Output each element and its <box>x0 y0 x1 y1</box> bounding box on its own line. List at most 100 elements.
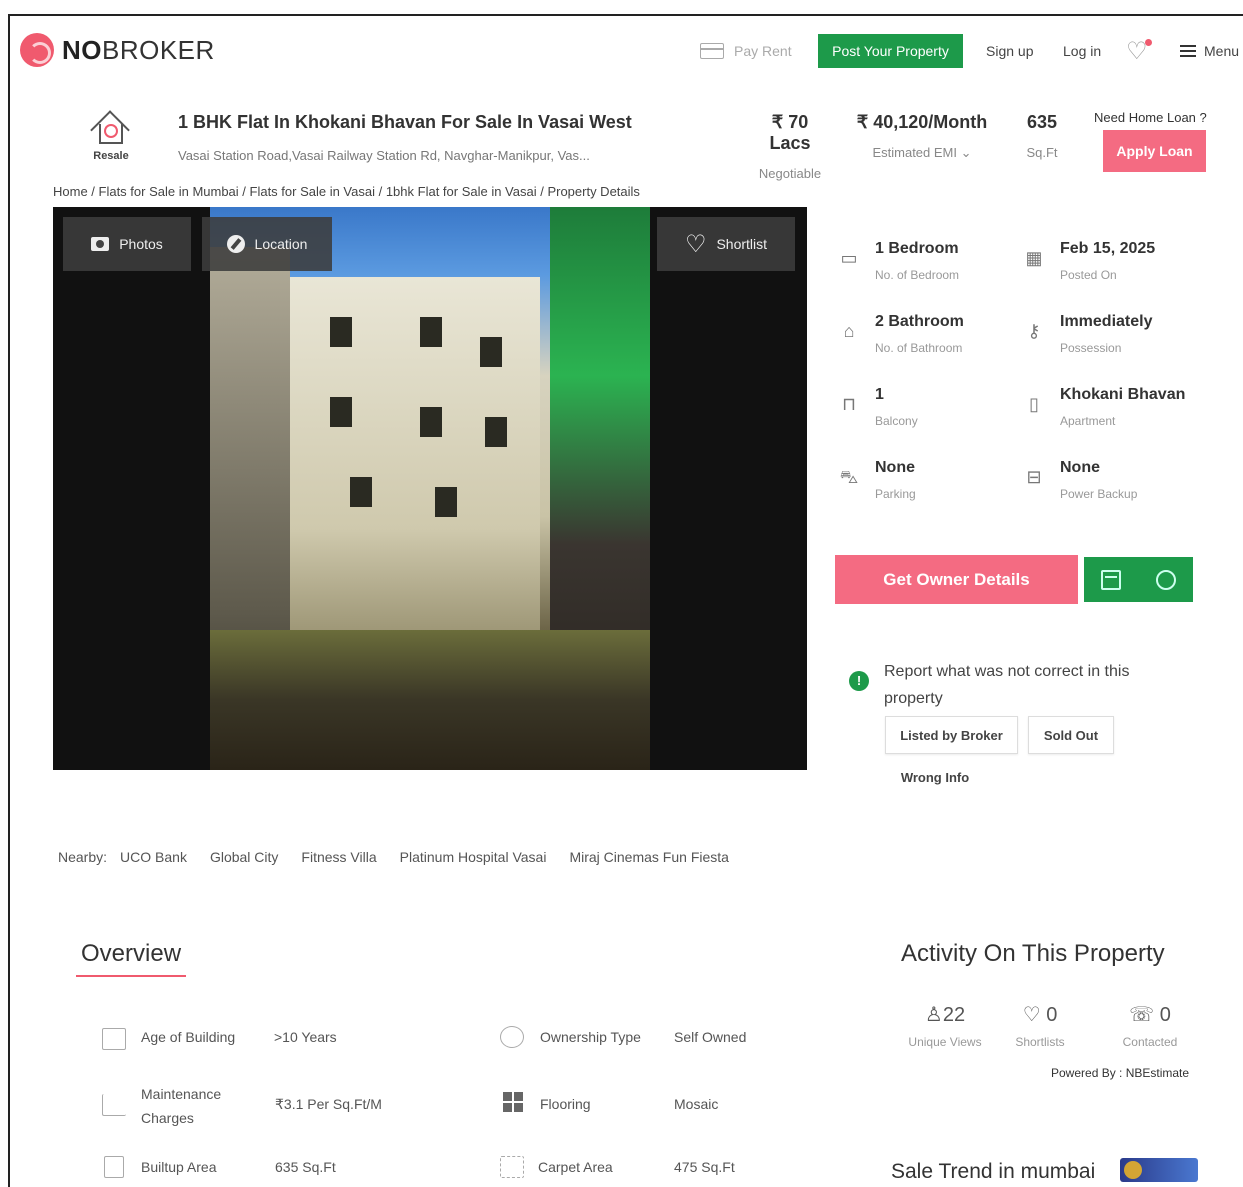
nearby-places: Nearby: UCO Bank Global City Fitness Vil… <box>58 849 729 865</box>
frame-top-border <box>8 14 1243 16</box>
overview-label: Builtup Area <box>141 1159 217 1175</box>
overview-value: Self Owned <box>674 1029 747 1045</box>
overview-value: Mosaic <box>674 1096 719 1112</box>
unique-views-value: 22 <box>942 1004 966 1026</box>
emi-value: ₹ 40,120/Month <box>856 112 988 132</box>
photos-button[interactable]: Photos <box>63 217 191 271</box>
menu-label: Menu <box>1204 43 1240 59</box>
schedule-visit-calendar-icon[interactable] <box>1101 569 1122 590</box>
apply-loan-button[interactable]: Apply Loan <box>1103 130 1206 172</box>
emi-block[interactable]: ₹ 40,120/Month Estimated EMI ⌄ <box>852 112 992 161</box>
overview-value: ₹3.1 Per Sq.Ft/M <box>275 1096 382 1112</box>
report-sold-out-button[interactable]: Sold Out <box>1028 716 1114 754</box>
shortlists-label: Shortlists <box>1015 1035 1065 1049</box>
notification-dot <box>1144 38 1152 46</box>
building-icon: ▯ <box>1029 394 1039 414</box>
shortlist-nav-button[interactable]: ♡ <box>1126 34 1152 68</box>
post-property-button[interactable]: Post Your Property <box>818 34 963 68</box>
overview-label: Age of Building <box>141 1029 236 1045</box>
location-button[interactable]: Location <box>202 217 332 271</box>
area-value: 635 <box>1026 112 1058 132</box>
area-block: 635 Sq.Ft <box>1020 112 1064 160</box>
resale-label: Resale <box>93 150 129 162</box>
camera-icon <box>91 237 110 251</box>
report-text: Report what was not correct in this prop… <box>884 663 1130 707</box>
get-owner-details-button[interactable]: Get Owner Details <box>835 555 1078 604</box>
overview-value: 475 Sq.Ft <box>674 1159 735 1175</box>
logo-mark-icon <box>20 33 54 67</box>
calendar-icon: ▦ <box>1025 248 1043 268</box>
balcony-icon: ⊓ <box>841 394 857 414</box>
carpet-area-icon <box>500 1156 524 1178</box>
price-value: ₹ 70 Lacs <box>769 112 811 153</box>
shortlist-label: Shortlist <box>716 236 768 252</box>
hamburger-icon <box>1180 45 1196 57</box>
frame-left-border <box>8 14 10 1187</box>
nearby-place[interactable]: Fitness Villa <box>301 849 376 865</box>
overview-underline <box>76 975 186 977</box>
resale-badge: Resale <box>86 106 136 162</box>
breadcrumb[interactable]: Home / Flats for Sale in Mumbai / Flats … <box>53 184 640 199</box>
heart-icon: ♡ <box>1022 1004 1041 1026</box>
contacted-stat: ☏ 0 Contacted <box>1110 1002 1190 1049</box>
property-title: 1 BHK Flat In Khokani Bhavan For Sale In… <box>178 112 632 132</box>
nearby-place[interactable]: Global City <box>210 849 278 865</box>
schedule-chat-buttons <box>1084 557 1193 602</box>
nearby-place[interactable]: Platinum Hospital Vasai <box>400 849 547 865</box>
sign-up-link[interactable]: Sign up <box>986 34 1033 68</box>
overview-value: >10 Years <box>274 1029 337 1045</box>
nearby-place[interactable]: Miraj Cinemas Fun Fiesta <box>569 849 729 865</box>
bathtub-icon: ⌂ <box>843 321 855 341</box>
heart-icon: ♡ <box>1126 37 1152 66</box>
bed-icon: ▭ <box>840 248 858 268</box>
unique-views-label: Unique Views <box>908 1035 982 1049</box>
menu-button[interactable]: Menu <box>1180 34 1239 68</box>
report-alert-icon: ! <box>849 671 869 691</box>
nearby-label: Nearby: <box>58 849 108 865</box>
chevron-down-icon: ⌄ <box>960 145 972 160</box>
overview-value: 635 Sq.Ft <box>275 1159 336 1175</box>
chat-icon[interactable] <box>1155 569 1176 590</box>
builtup-area-icon <box>104 1156 124 1178</box>
compass-icon <box>226 235 245 253</box>
photos-label: Photos <box>119 236 163 252</box>
overview-title[interactable]: Overview <box>81 940 181 968</box>
nobroker-logo[interactable]: NOBROKER <box>20 33 215 67</box>
price-block: ₹ 70 Lacs Negotiable <box>750 112 830 181</box>
pay-rent-link[interactable]: Pay Rent <box>700 34 792 68</box>
nbestimate-badge <box>1120 1158 1198 1182</box>
contacted-label: Contacted <box>1122 1035 1178 1049</box>
building-age-icon <box>102 1028 126 1050</box>
price-note: Negotiable <box>758 166 822 181</box>
location-label: Location <box>254 236 308 252</box>
shortlist-button[interactable]: ♡ Shortlist <box>657 217 795 271</box>
heart-outline-icon: ♡ <box>684 230 707 258</box>
nearby-place[interactable]: UCO Bank <box>120 849 187 865</box>
sale-trend-title: Sale Trend in mumbai <box>891 1160 1096 1183</box>
emi-note: Estimated EMI ⌄ <box>872 145 972 160</box>
overview-label: Flooring <box>540 1096 591 1112</box>
battery-icon: ⊟ <box>1026 467 1042 487</box>
phone-icon: ☏ <box>1129 1004 1155 1026</box>
property-photo[interactable] <box>210 207 650 770</box>
flooring-icon <box>503 1092 523 1112</box>
home-loan-question: Need Home Loan ? <box>1094 110 1207 125</box>
car-icon: ⛍ <box>839 467 859 487</box>
property-photo-gallery[interactable]: Photos Location ♡ Shortlist <box>53 207 807 770</box>
credit-card-icon <box>700 43 724 59</box>
user-icon: ♙ <box>924 1004 943 1026</box>
key-icon: ⚷ <box>1027 321 1041 341</box>
shortlists-stat: ♡ 0 Shortlists <box>1010 1002 1070 1049</box>
shortlists-value: 0 <box>1046 1004 1058 1026</box>
maintenance-icon <box>102 1094 126 1116</box>
property-address: Vasai Station Road,Vasai Railway Station… <box>178 148 590 163</box>
ownership-icon <box>500 1026 524 1048</box>
unique-views-stat: ♙22 Unique Views <box>905 1002 985 1049</box>
logo-text: NOBROKER <box>62 34 215 65</box>
house-icon <box>90 106 131 150</box>
report-listed-by-broker-button[interactable]: Listed by Broker <box>885 716 1018 754</box>
report-wrong-info-button[interactable]: Wrong Info <box>885 758 985 796</box>
log-in-link[interactable]: Log in <box>1063 34 1101 68</box>
area-unit: Sq.Ft <box>1026 145 1058 160</box>
contacted-value: 0 <box>1159 1004 1171 1026</box>
